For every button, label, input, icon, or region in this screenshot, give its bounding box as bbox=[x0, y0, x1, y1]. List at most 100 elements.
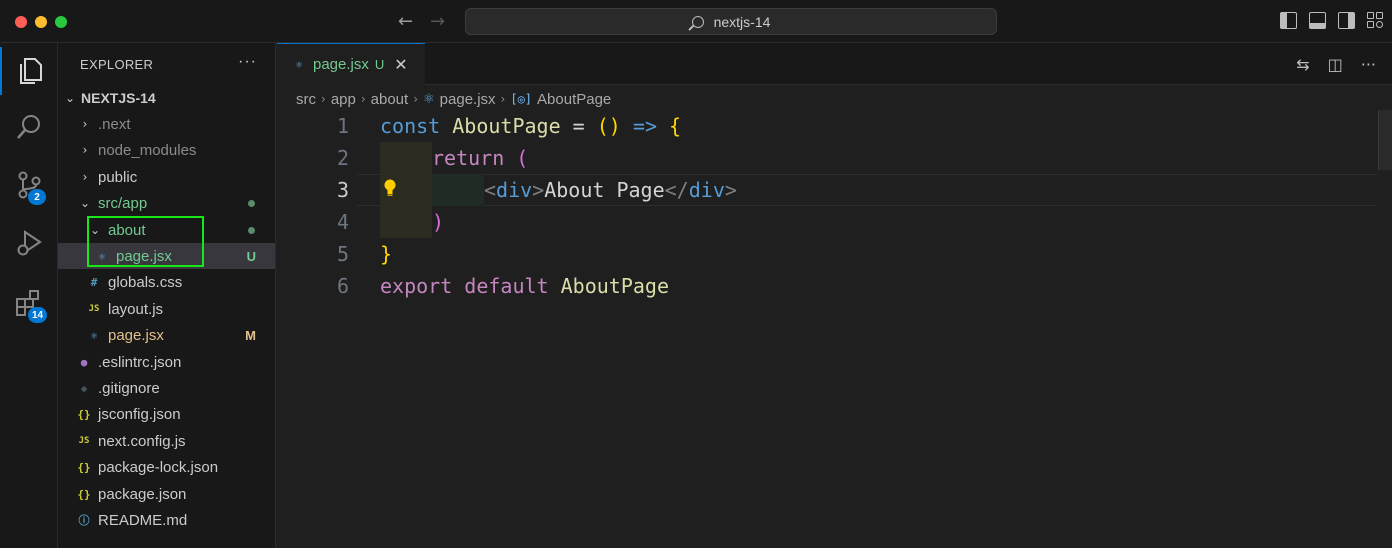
editor-tab-bar: ⚛ page.jsx U ✕ ⇆ ◫ ··· bbox=[277, 43, 1392, 85]
code-token: AboutPage bbox=[560, 274, 670, 298]
tree-item-label: node_modules bbox=[98, 141, 197, 159]
activity-explorer[interactable] bbox=[0, 47, 58, 95]
code-text: export default AboutPage bbox=[380, 274, 669, 298]
code-token: < bbox=[484, 178, 497, 202]
compare-changes-icon[interactable]: ⇆ bbox=[1296, 55, 1309, 74]
tree-item-jsconfig[interactable]: {} jsconfig.json bbox=[58, 401, 275, 427]
tree-item-label: src/app bbox=[98, 194, 148, 212]
json-icon: {} bbox=[77, 460, 91, 474]
tree-item-label: page.jsx bbox=[116, 247, 172, 265]
tree-item-label: jsconfig.json bbox=[98, 405, 181, 423]
line-number: 4 bbox=[336, 210, 349, 234]
breadcrumb-item[interactable]: app bbox=[331, 91, 356, 108]
git-status-dot bbox=[248, 199, 255, 207]
tree-item-public[interactable]: › public bbox=[58, 164, 275, 190]
more-actions-icon[interactable]: ··· bbox=[1361, 55, 1376, 74]
code-line: 3 <div>About Page</div> bbox=[277, 174, 1377, 206]
css-icon: # bbox=[90, 275, 98, 289]
tree-item-package-json[interactable]: {} package.json bbox=[58, 481, 275, 507]
extensions-badge: 14 bbox=[28, 307, 48, 323]
chevron-down-icon: ⌄ bbox=[64, 91, 76, 105]
activity-search[interactable] bbox=[0, 103, 58, 151]
tree-item-about[interactable]: ⌄ about bbox=[58, 217, 275, 243]
code-token: export bbox=[380, 274, 453, 298]
tree-item-label: about bbox=[108, 221, 146, 239]
activity-source-control[interactable]: 2 bbox=[0, 161, 58, 209]
code-token: const bbox=[380, 114, 441, 138]
tree-item-about-page-jsx[interactable]: ⚛ page.jsx U bbox=[58, 243, 275, 269]
code-token: => bbox=[620, 114, 670, 138]
maximize-window-button[interactable] bbox=[55, 16, 67, 28]
code-text: ) bbox=[432, 210, 444, 234]
tree-item-label: .eslintrc.json bbox=[98, 353, 182, 371]
breadcrumb-item[interactable]: page.jsx bbox=[440, 91, 496, 108]
search-icon bbox=[17, 115, 40, 139]
minimize-window-button[interactable] bbox=[35, 16, 47, 28]
tree-item-gitignore[interactable]: ◆ .gitignore bbox=[58, 375, 275, 401]
symbol-variable-icon: [◎] bbox=[510, 92, 533, 106]
code-token: { bbox=[669, 114, 682, 138]
chevron-right-icon: › bbox=[360, 92, 366, 106]
line-number: 5 bbox=[336, 242, 349, 266]
javascript-icon: JS bbox=[78, 436, 90, 446]
code-token: div bbox=[688, 178, 725, 202]
code-line: 5 } bbox=[277, 238, 1377, 270]
json-icon: {} bbox=[77, 407, 91, 421]
forward-arrow-icon[interactable]: → bbox=[430, 11, 445, 32]
react-icon: ⚛ bbox=[90, 328, 98, 342]
run-debug-icon bbox=[17, 230, 42, 256]
code-token: > bbox=[532, 178, 545, 202]
line-number: 3 bbox=[336, 178, 349, 202]
code-token: AboutPage bbox=[452, 114, 561, 138]
code-token: } bbox=[380, 242, 393, 266]
split-editor-icon[interactable]: ◫ bbox=[1328, 55, 1343, 74]
tree-item-package-lock[interactable]: {} package-lock.json bbox=[58, 454, 275, 480]
tab-label: page.jsx bbox=[313, 56, 369, 73]
tree-item-node-modules[interactable]: › node_modules bbox=[58, 137, 275, 163]
tree-root[interactable]: ⌄ NEXTJS-14 bbox=[58, 85, 275, 111]
customize-layout-icon[interactable] bbox=[1367, 12, 1384, 29]
root-folder-label: NEXTJS-14 bbox=[81, 90, 156, 106]
tree-item-label: globals.css bbox=[108, 273, 183, 291]
code-token: > bbox=[724, 178, 737, 202]
code-line: 4 ) bbox=[277, 206, 1377, 238]
indent-guide bbox=[432, 174, 484, 206]
toggle-primary-sidebar-icon[interactable] bbox=[1280, 12, 1297, 29]
close-window-button[interactable] bbox=[15, 16, 27, 28]
sidebar-title: EXPLORER bbox=[80, 57, 154, 72]
tree-item-src-app[interactable]: ⌄ src/app bbox=[58, 190, 275, 216]
code-token: ) bbox=[432, 210, 445, 234]
tree-item-label: layout.js bbox=[108, 300, 164, 318]
editor-scrollbar[interactable] bbox=[1378, 110, 1392, 170]
chevron-right-icon: › bbox=[413, 92, 419, 106]
tree-item-readme[interactable]: ⓘ README.md bbox=[58, 507, 275, 533]
tree-item-next[interactable]: › .next bbox=[58, 111, 275, 137]
activity-bar: 2 14 bbox=[0, 43, 58, 548]
command-center[interactable]: nextjs-14 bbox=[465, 8, 997, 35]
breadcrumb-item[interactable]: AboutPage bbox=[537, 91, 611, 108]
tree-item-label: README.md bbox=[98, 511, 188, 529]
explorer-sidebar: EXPLORER ··· ⌄ NEXTJS-14 › .next › node_… bbox=[58, 43, 276, 548]
tree-item-eslintrc[interactable]: ● .eslintrc.json bbox=[58, 349, 275, 375]
more-actions-icon[interactable]: ··· bbox=[238, 53, 257, 71]
toggle-panel-icon[interactable] bbox=[1309, 12, 1326, 29]
search-icon bbox=[691, 15, 704, 28]
tree-item-label: package.json bbox=[98, 485, 187, 503]
info-icon: ⓘ bbox=[78, 514, 90, 527]
tree-item-globals-css[interactable]: # globals.css bbox=[58, 269, 275, 295]
lightbulb-icon[interactable] bbox=[383, 178, 397, 198]
back-arrow-icon[interactable]: ← bbox=[398, 11, 413, 32]
breadcrumb-item[interactable]: src bbox=[296, 91, 316, 108]
tree-item-layout-js[interactable]: JS layout.js bbox=[58, 296, 275, 322]
activity-run-debug[interactable] bbox=[0, 219, 58, 267]
toggle-secondary-sidebar-icon[interactable] bbox=[1338, 12, 1355, 29]
tree-item-page-jsx[interactable]: ⚛ page.jsx M bbox=[58, 322, 275, 348]
activity-extensions[interactable]: 14 bbox=[0, 279, 58, 327]
command-center-label: nextjs-14 bbox=[713, 13, 771, 30]
close-icon[interactable]: ✕ bbox=[394, 55, 407, 74]
breadcrumb-item[interactable]: about bbox=[371, 91, 409, 108]
tab-page-jsx[interactable]: ⚛ page.jsx U ✕ bbox=[277, 43, 425, 85]
tree-item-next-config[interactable]: JS next.config.js bbox=[58, 428, 275, 454]
code-text: return ( bbox=[432, 146, 528, 170]
chevron-down-icon: ⌄ bbox=[79, 196, 91, 210]
